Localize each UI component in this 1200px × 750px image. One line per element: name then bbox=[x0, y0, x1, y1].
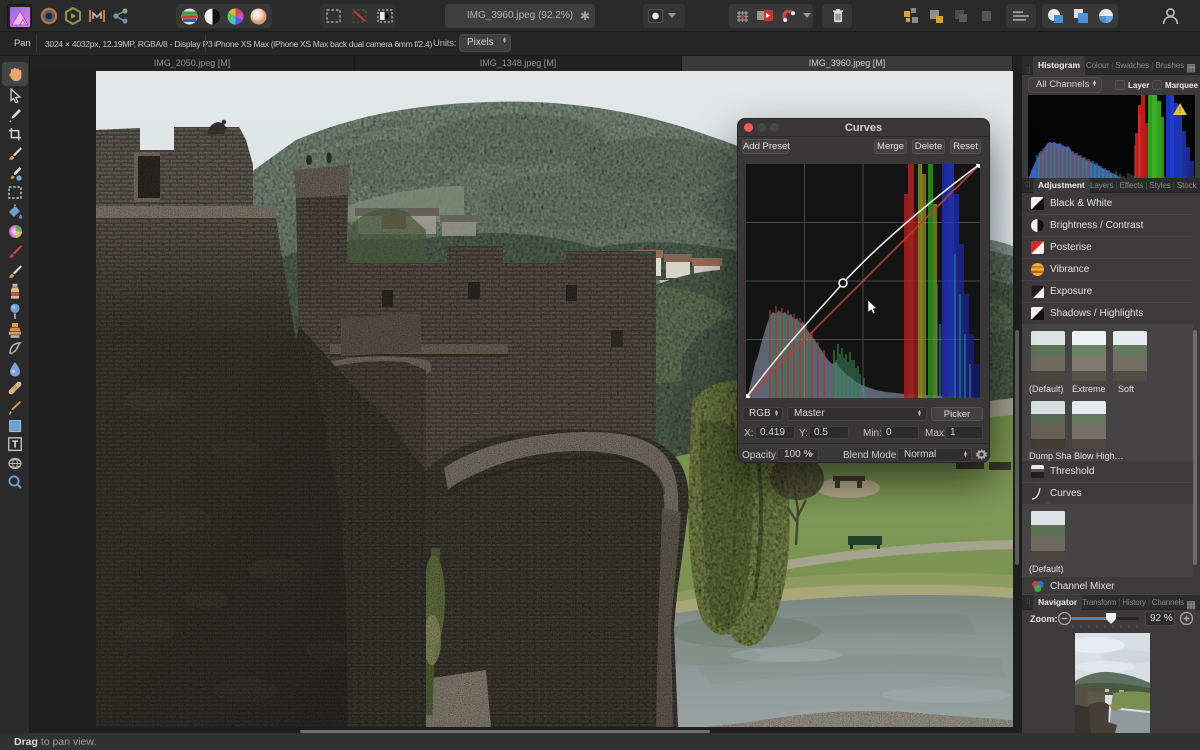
svg-text:T: T bbox=[12, 440, 18, 451]
svg-text:!: ! bbox=[1179, 106, 1181, 115]
